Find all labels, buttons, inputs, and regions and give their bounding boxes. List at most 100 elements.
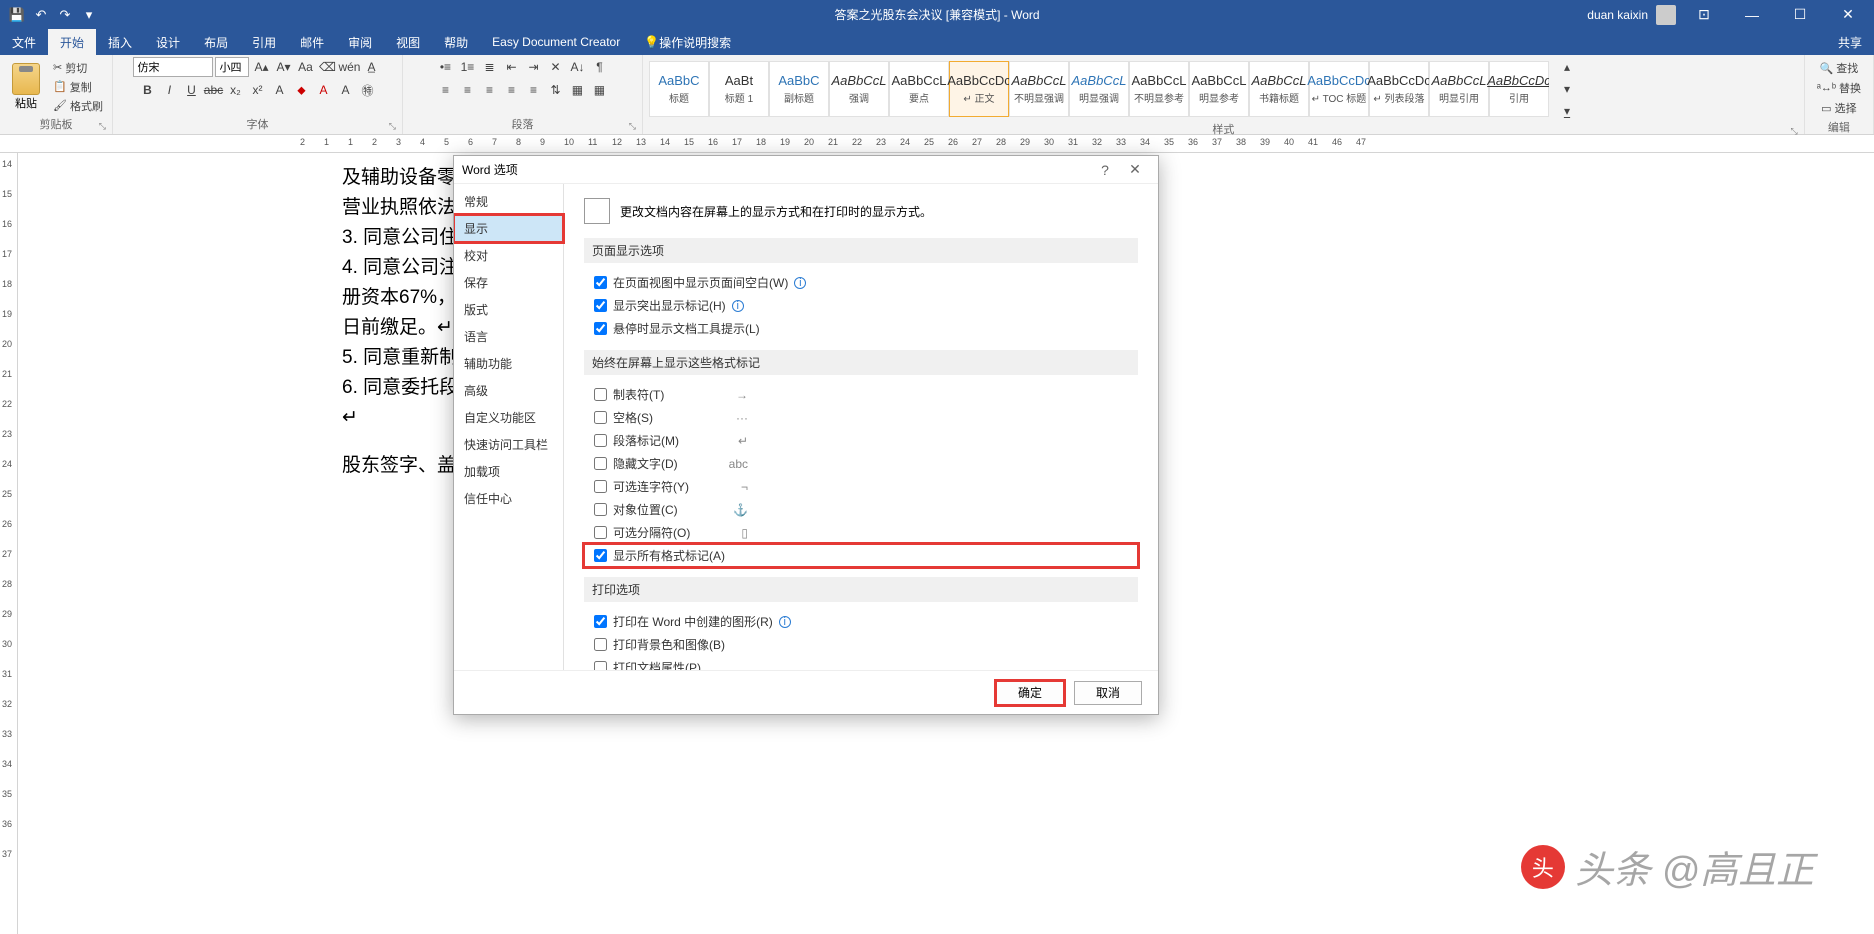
qat-customize-icon[interactable]: ▾ bbox=[78, 4, 100, 26]
redo-icon[interactable]: ↷ bbox=[54, 4, 76, 26]
dialog-nav-item[interactable]: 自定义功能区 bbox=[454, 404, 563, 431]
ruler-vertical[interactable]: 1415161718192021222324252627282930313233… bbox=[0, 153, 18, 934]
style-item[interactable]: AaBbCcL不明显参考 bbox=[1129, 61, 1189, 117]
style-item[interactable]: AaBbCcL要点 bbox=[889, 61, 949, 117]
maximize-icon[interactable]: ☐ bbox=[1780, 0, 1820, 29]
distribute-icon[interactable]: ≡ bbox=[523, 80, 543, 100]
ok-button[interactable]: 确定 bbox=[996, 681, 1064, 705]
indent-dec-icon[interactable]: ⇤ bbox=[501, 57, 521, 77]
menu-home[interactable]: 开始 bbox=[48, 29, 96, 55]
style-item[interactable]: AaBbC副标题 bbox=[769, 61, 829, 117]
line-spacing-icon[interactable]: ⇅ bbox=[545, 80, 565, 100]
change-case-icon[interactable]: Aa bbox=[295, 57, 315, 77]
replace-button[interactable]: ᵃ↔ᵇ 替换 bbox=[1815, 79, 1863, 97]
avatar[interactable] bbox=[1656, 5, 1676, 25]
dialog-nav-item[interactable]: 常规 bbox=[454, 188, 563, 215]
multilevel-icon[interactable]: ≣ bbox=[479, 57, 499, 77]
menu-insert[interactable]: 插入 bbox=[96, 29, 144, 55]
styles-up-icon[interactable]: ▴ bbox=[1557, 57, 1577, 77]
style-item[interactable]: AaBbCcL明显强调 bbox=[1069, 61, 1129, 117]
checkbox[interactable] bbox=[594, 503, 607, 516]
info-icon[interactable]: i bbox=[779, 616, 791, 628]
enclose-icon[interactable]: ㊕ bbox=[357, 80, 377, 100]
save-icon[interactable]: 💾 bbox=[6, 4, 28, 26]
select-button[interactable]: ▭ 选择 bbox=[1819, 99, 1858, 117]
styles-more-icon[interactable]: ▾̲ bbox=[1557, 101, 1577, 121]
dialog-close-icon[interactable]: ✕ bbox=[1120, 161, 1150, 178]
highlight-icon[interactable]: ⬥ bbox=[291, 80, 311, 100]
indent-inc-icon[interactable]: ⇥ bbox=[523, 57, 543, 77]
copy-button[interactable]: 📋 复制 bbox=[50, 78, 106, 96]
info-icon[interactable]: i bbox=[732, 300, 744, 312]
text-effects-icon[interactable]: A bbox=[269, 80, 289, 100]
checkbox[interactable] bbox=[594, 322, 607, 335]
underline-icon[interactable]: U bbox=[181, 80, 201, 100]
dialog-nav-item[interactable]: 快速访问工具栏 bbox=[454, 431, 563, 458]
tell-me[interactable]: 💡 操作说明搜索 bbox=[632, 29, 743, 55]
checkbox[interactable] bbox=[594, 638, 607, 651]
checkbox[interactable] bbox=[594, 411, 607, 424]
shading-icon[interactable]: ▦ bbox=[567, 80, 587, 100]
bullets-icon[interactable]: •≡ bbox=[435, 57, 455, 77]
show-marks-icon[interactable]: ¶ bbox=[589, 57, 609, 77]
style-item[interactable]: AaBt标题 1 bbox=[709, 61, 769, 117]
checkbox[interactable] bbox=[594, 434, 607, 447]
option-row[interactable]: 可选连字符(Y)¬ bbox=[584, 475, 1138, 498]
option-row[interactable]: 打印文档属性(P) bbox=[584, 656, 1138, 670]
style-item[interactable]: AaBbCcL强调 bbox=[829, 61, 889, 117]
sort-icon[interactable]: A↓ bbox=[567, 57, 587, 77]
align-justify-icon[interactable]: ≡ bbox=[501, 80, 521, 100]
style-item[interactable]: AaBbCcL书籍标题 bbox=[1249, 61, 1309, 117]
minimize-icon[interactable]: — bbox=[1732, 0, 1772, 29]
checkbox[interactable] bbox=[594, 480, 607, 493]
menu-review[interactable]: 审阅 bbox=[336, 29, 384, 55]
option-row[interactable]: 在页面视图中显示页面间空白(W)i bbox=[584, 271, 1138, 294]
menu-mail[interactable]: 邮件 bbox=[288, 29, 336, 55]
asian-layout-icon[interactable]: ✕ bbox=[545, 57, 565, 77]
font-color-icon[interactable]: A bbox=[313, 80, 333, 100]
font-name-combo[interactable]: 仿宋 bbox=[133, 57, 213, 77]
menu-share[interactable]: 共享 bbox=[1826, 29, 1874, 55]
dialog-nav-item[interactable]: 保存 bbox=[454, 269, 563, 296]
char-shading-icon[interactable]: A bbox=[335, 80, 355, 100]
style-item[interactable]: AaBbCcDc↵ 列表段落 bbox=[1369, 61, 1429, 117]
option-row[interactable]: 制表符(T)→ bbox=[584, 383, 1138, 406]
dialog-help-icon[interactable]: ? bbox=[1090, 162, 1120, 178]
style-item[interactable]: AaBbCcL明显参考 bbox=[1189, 61, 1249, 117]
strike-icon[interactable]: abc bbox=[203, 80, 223, 100]
style-item[interactable]: AaBbC标题 bbox=[649, 61, 709, 117]
ruler-horizontal[interactable]: 2112345678910111213141516171819202122232… bbox=[0, 135, 1874, 153]
dialog-nav-item[interactable]: 加载项 bbox=[454, 458, 563, 485]
format-painter-button[interactable]: 🖌 格式刷 bbox=[50, 97, 106, 115]
font-launcher-icon[interactable]: ⤡ bbox=[389, 121, 396, 132]
grow-font-icon[interactable]: A▴ bbox=[251, 57, 271, 77]
align-center-icon[interactable]: ≡ bbox=[457, 80, 477, 100]
style-item[interactable]: AaBbCcDc↵ 正文 bbox=[949, 61, 1009, 117]
align-left-icon[interactable]: ≡ bbox=[435, 80, 455, 100]
style-item[interactable]: AaBbCcDc↵ TOC 标题 bbox=[1309, 61, 1369, 117]
dialog-nav-item[interactable]: 高级 bbox=[454, 377, 563, 404]
dialog-nav-item[interactable]: 版式 bbox=[454, 296, 563, 323]
option-row[interactable]: 打印在 Word 中创建的图形(R)i bbox=[584, 610, 1138, 633]
align-right-icon[interactable]: ≡ bbox=[479, 80, 499, 100]
menu-edc[interactable]: Easy Document Creator bbox=[480, 29, 632, 55]
bold-icon[interactable]: B bbox=[137, 80, 157, 100]
italic-icon[interactable]: I bbox=[159, 80, 179, 100]
dialog-nav-item[interactable]: 信任中心 bbox=[454, 485, 563, 512]
close-icon[interactable]: ✕ bbox=[1828, 0, 1868, 29]
cut-button[interactable]: ✂ 剪切 bbox=[50, 59, 106, 77]
char-border-icon[interactable]: A̲ bbox=[361, 57, 381, 77]
menu-design[interactable]: 设计 bbox=[144, 29, 192, 55]
dialog-nav-item[interactable]: 校对 bbox=[454, 242, 563, 269]
checkbox[interactable] bbox=[594, 388, 607, 401]
option-row[interactable]: 悬停时显示文档工具提示(L) bbox=[584, 317, 1138, 340]
option-row[interactable]: 可选分隔符(O)▯ bbox=[584, 521, 1138, 544]
numbering-icon[interactable]: 1≡ bbox=[457, 57, 477, 77]
option-row[interactable]: 显示突出显示标记(H)i bbox=[584, 294, 1138, 317]
font-size-combo[interactable]: 小四 bbox=[215, 57, 249, 77]
styles-gallery[interactable]: AaBbC标题AaBt标题 1AaBbC副标题AaBbCcL强调AaBbCcL要… bbox=[649, 61, 1549, 117]
menu-references[interactable]: 引用 bbox=[240, 29, 288, 55]
menu-help[interactable]: 帮助 bbox=[432, 29, 480, 55]
menu-file[interactable]: 文件 bbox=[0, 29, 48, 55]
phonetic-icon[interactable]: wén bbox=[339, 57, 359, 77]
